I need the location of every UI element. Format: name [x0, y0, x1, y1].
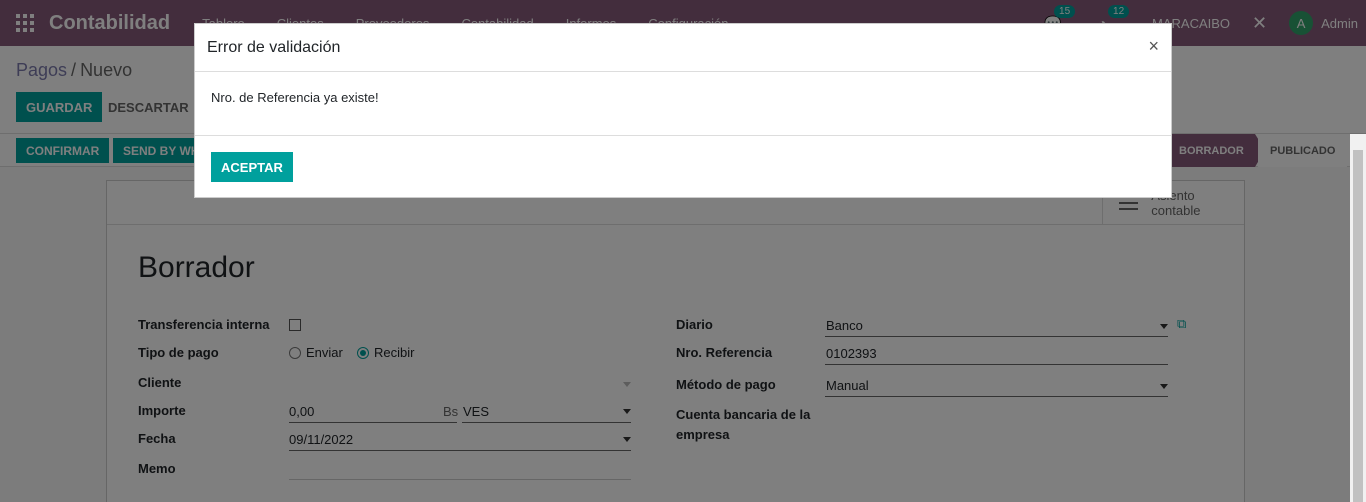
- close-icon[interactable]: ×: [1148, 36, 1159, 57]
- validation-error-dialog: Error de validación × Nro. de Referencia…: [194, 23, 1172, 198]
- error-message: Nro. de Referencia ya existe!: [211, 90, 379, 105]
- modal-footer: ACEPTAR: [195, 136, 1171, 198]
- modal-header: Error de validación ×: [195, 24, 1171, 72]
- accept-button[interactable]: ACEPTAR: [211, 152, 293, 182]
- modal-title: Error de validación: [207, 39, 341, 56]
- modal-body: Nro. de Referencia ya existe!: [195, 72, 1171, 136]
- page-scrollbar[interactable]: [1350, 134, 1366, 502]
- scrollbar-thumb[interactable]: [1353, 150, 1363, 502]
